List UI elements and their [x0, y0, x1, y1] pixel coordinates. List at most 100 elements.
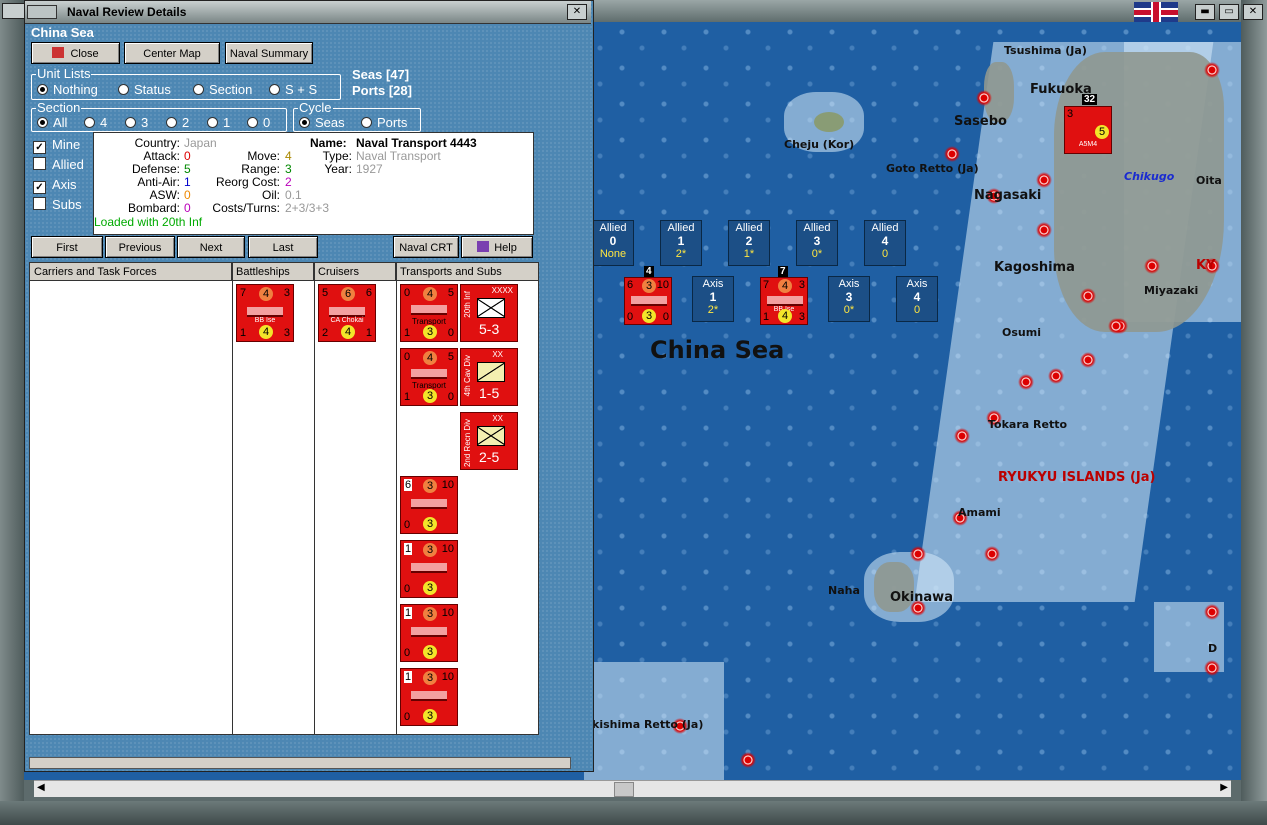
- radio-section-all[interactable]: All: [37, 115, 67, 130]
- dialog-status-bar: [29, 757, 571, 769]
- column-header-carriers: Carriers and Task Forces: [30, 263, 232, 281]
- naval-counter[interactable]: 6 3 10 0 3 0: [624, 277, 672, 325]
- section-label: Section: [36, 100, 82, 115]
- previous-button[interactable]: Previous: [105, 236, 175, 258]
- column-header-battleships: Battleships: [232, 263, 314, 281]
- frame-left: [0, 0, 24, 825]
- radio-s-plus-s[interactable]: S + S: [269, 82, 317, 97]
- dialog-menu-icon[interactable]: [27, 5, 57, 19]
- help-book-icon: [477, 241, 490, 252]
- naval-review-dialog: Naval Review Details ✕ China Sea Close C…: [24, 0, 594, 772]
- ports-count: Ports [28]: [352, 83, 412, 98]
- help-button[interactable]: Help: [461, 236, 533, 258]
- map-label-miyazaki: Miyazaki: [1144, 284, 1199, 297]
- map-label-kishima: kishima Retto (Ja): [592, 718, 704, 731]
- first-button[interactable]: First: [31, 236, 103, 258]
- axis-section-box[interactable]: Axis 1 2*: [692, 276, 734, 322]
- restore-button[interactable]: ▭: [1219, 4, 1239, 20]
- filter-mine-checkbox[interactable]: ✓ Mine: [33, 137, 80, 154]
- radio-nothing[interactable]: Nothing: [37, 82, 98, 97]
- land-unit-counter[interactable]: XX 4th Cav Div 1-5: [460, 348, 518, 406]
- transport-counter[interactable]: 0 4 5 Transport 1 3 0: [400, 284, 458, 342]
- dialog-title: Naval Review Details: [67, 5, 187, 19]
- unit-costs: 2+3/3+3: [285, 201, 330, 215]
- unit-type: Naval Transport: [356, 149, 441, 163]
- filter-allied-checkbox[interactable]: Allied: [33, 157, 84, 172]
- allied-section-box[interactable]: Allied 3 0*: [796, 220, 838, 266]
- stack-count: 7: [778, 266, 788, 277]
- map-label-okinawa: Okinawa: [890, 590, 953, 605]
- radio-section-4[interactable]: 4: [84, 115, 107, 130]
- cruiser-counter[interactable]: 5 6 6 CA Chokai 2 4 1: [318, 284, 376, 342]
- axis-section-box[interactable]: Axis 4 0: [896, 276, 938, 322]
- map-label-tokara: Tokara Retto: [988, 418, 1068, 431]
- minimize-button[interactable]: ▬: [1195, 4, 1215, 20]
- transport-counter[interactable]: 1 3 10 0 3: [400, 540, 458, 598]
- stack-count: 4: [644, 266, 654, 277]
- unit-reorg: 2: [285, 175, 292, 189]
- frame-bottom: [0, 801, 1267, 825]
- naval-counter[interactable]: 7 4 3 BB Ise 1 4 3: [760, 277, 808, 325]
- land-unit-counter[interactable]: XX 2nd Recn Div 2-5: [460, 412, 518, 470]
- radio-section-3[interactable]: 3: [125, 115, 148, 130]
- naval-crt-button[interactable]: Naval CRT: [393, 236, 459, 258]
- unit-columns-panel: Carriers and Task Forces Battleships Cru…: [29, 262, 539, 735]
- filter-axis-checkbox[interactable]: ✓ Axis: [33, 177, 77, 194]
- column-header-transports: Transports and Subs: [396, 263, 538, 281]
- uk-flag-icon: [1134, 2, 1178, 22]
- naval-summary-button[interactable]: Naval Summary: [225, 42, 313, 64]
- close-button-icon: [52, 47, 65, 58]
- unit-name: Naval Transport 4443: [356, 136, 477, 150]
- dialog-title-bar[interactable]: Naval Review Details ✕: [25, 1, 591, 24]
- unit-lists-label: Unit Lists: [36, 66, 92, 81]
- close-button[interactable]: Close: [31, 42, 120, 64]
- radio-cycle-seas[interactable]: Seas: [299, 115, 345, 130]
- last-button[interactable]: Last: [248, 236, 318, 258]
- map-label-ryukyu: RYUKYU ISLANDS (Ja): [998, 470, 1156, 485]
- allied-section-box[interactable]: Allied 4 0: [864, 220, 906, 266]
- allied-section-box[interactable]: Allied 1 2*: [660, 220, 702, 266]
- map-label-sasebo: Sasebo: [954, 114, 1007, 129]
- transport-counter[interactable]: 6 3 10 0 3: [400, 476, 458, 534]
- center-map-button[interactable]: Center Map: [124, 42, 220, 64]
- filter-subs-checkbox[interactable]: Subs: [33, 197, 82, 212]
- map-label-osumi: Osumi: [1002, 326, 1041, 339]
- air-counter[interactable]: 3 5 A5M4: [1064, 106, 1112, 154]
- unit-range: 3: [285, 162, 292, 176]
- map-horizontal-scrollbar[interactable]: ◀ ▶: [34, 780, 1231, 797]
- battleship-counter[interactable]: 7 4 3 BB Ise 1 4 3: [236, 284, 294, 342]
- map-label-ky: KY: [1196, 258, 1216, 273]
- unit-info-panel: Country: Japan Attack: 0 Defense: 5 Anti…: [93, 132, 534, 235]
- unit-move: 4: [285, 149, 292, 163]
- radio-section-0[interactable]: 0: [247, 115, 270, 130]
- map-label-naha: Naha: [828, 584, 860, 597]
- map-label-goto: Goto Retto (Ja): [886, 162, 979, 175]
- transport-counter[interactable]: 0 4 5 Transport 1 3 0: [400, 348, 458, 406]
- transport-counter[interactable]: 1 3 10 0 3: [400, 604, 458, 662]
- unit-loaded: Loaded with 20th Inf: [94, 215, 203, 229]
- dialog-close-icon[interactable]: ✕: [567, 4, 587, 20]
- radio-section[interactable]: Section: [193, 82, 252, 97]
- unit-bombard: 0: [184, 201, 191, 215]
- radio-section-2[interactable]: 2: [166, 115, 189, 130]
- radio-status[interactable]: Status: [118, 82, 171, 97]
- map-label-chikugo: Chikugo: [1124, 170, 1175, 183]
- horizontal-scroll-thumb[interactable]: [614, 782, 634, 797]
- radio-cycle-ports[interactable]: Ports: [361, 115, 407, 130]
- allied-section-box[interactable]: Allied 0 None: [592, 220, 634, 266]
- cavalry-symbol-icon: [477, 362, 505, 382]
- land-unit-counter[interactable]: XXXX 20th Inf 5-3: [460, 284, 518, 342]
- map-label-d: D: [1208, 642, 1218, 655]
- axis-section-box[interactable]: Axis 3 0*: [828, 276, 870, 322]
- unit-asw: 0: [184, 188, 191, 202]
- infantry-symbol-icon: [477, 298, 505, 318]
- frame-right: [1241, 0, 1267, 825]
- radio-section-1[interactable]: 1: [207, 115, 230, 130]
- unit-year: 1927: [356, 162, 383, 176]
- next-button[interactable]: Next: [177, 236, 245, 258]
- sea-area-name: China Sea: [31, 25, 94, 40]
- close-app-button[interactable]: ✕: [1243, 4, 1263, 20]
- allied-section-box[interactable]: Allied 2 1*: [728, 220, 770, 266]
- column-header-cruisers: Cruisers: [314, 263, 396, 281]
- transport-counter[interactable]: 1 3 10 0 3: [400, 668, 458, 726]
